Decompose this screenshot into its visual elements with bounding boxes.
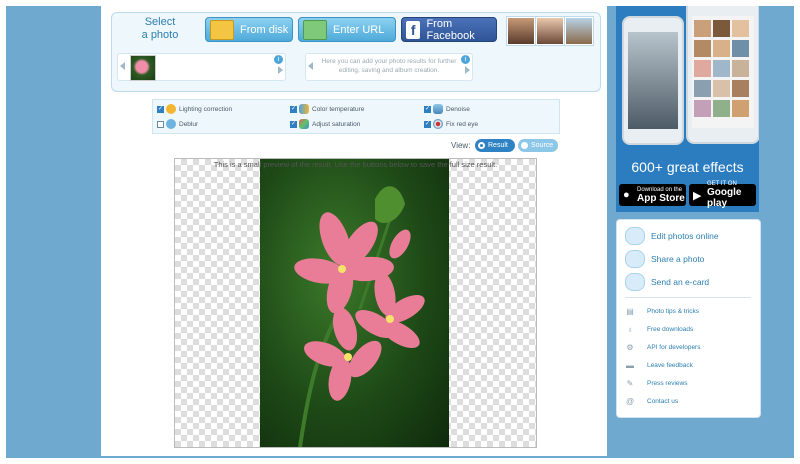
option-saturation[interactable]: Adjust saturation: [290, 119, 360, 129]
from-facebook-button[interactable]: f From Facebook: [401, 17, 497, 42]
scroll-right-icon[interactable]: [465, 66, 470, 74]
info-icon[interactable]: i: [461, 55, 470, 64]
denoise-icon: [433, 104, 443, 114]
from-facebook-label: From Facebook: [426, 17, 475, 42]
option-denoise[interactable]: Denoise: [424, 104, 470, 114]
view-result-toggle[interactable]: Result: [475, 139, 515, 152]
result-photo: [260, 159, 449, 447]
scroll-left-icon[interactable]: [308, 62, 313, 70]
enter-url-label: Enter URL: [333, 23, 385, 36]
option-deblur[interactable]: Deblur: [157, 119, 198, 129]
chat-icon: ▬: [626, 361, 634, 370]
gear-icon: ⚙: [626, 343, 634, 352]
press-reviews-link[interactable]: ✎ Press reviews: [625, 379, 688, 388]
results-slot: Here you can add your photo results for …: [305, 53, 473, 81]
phone-illustration: [622, 16, 684, 145]
play-icon: ▶: [693, 190, 702, 202]
radio-icon: [521, 142, 528, 149]
edit-icon: [625, 227, 645, 245]
flower-image: [294, 186, 425, 447]
saturation-icon: [299, 119, 309, 129]
feedback-link[interactable]: ▬ Leave feedback: [625, 361, 693, 370]
contact-link[interactable]: @ Contact us: [625, 397, 678, 406]
option-label: Color temperature: [312, 105, 365, 113]
pencil-icon: ✎: [626, 379, 634, 388]
ecard-icon: [625, 273, 645, 291]
api-link[interactable]: ⚙ API for developers: [625, 343, 700, 352]
preview-notice: This is a small preview of the result. U…: [213, 160, 498, 169]
denoise-checkbox[interactable]: [424, 105, 431, 113]
option-red-eye[interactable]: Fix red eye: [424, 119, 478, 129]
at-icon: @: [625, 397, 635, 406]
bulb-icon: ♁: [627, 325, 633, 334]
apple-icon: ●: [623, 189, 630, 201]
option-label: Lighting correction: [179, 105, 233, 113]
document-icon: ▤: [626, 307, 634, 316]
result-preview: This is a small preview of the result. U…: [174, 158, 537, 448]
view-source-toggle[interactable]: Source: [518, 139, 558, 152]
option-label: Adjust saturation: [312, 120, 361, 128]
results-hint: Here you can add your photo results for …: [321, 58, 457, 74]
divider: [625, 297, 751, 298]
color-temp-checkbox[interactable]: [290, 105, 297, 113]
app-store-badge[interactable]: ● Download on the App Store: [619, 184, 686, 206]
share-icon: [625, 250, 645, 268]
promo-headline: 600+ great effects: [631, 159, 744, 175]
option-lighting[interactable]: Lighting correction: [157, 104, 232, 114]
radio-selected-icon: [478, 142, 485, 149]
info-icon[interactable]: i: [274, 55, 283, 64]
option-color-temp[interactable]: Color temperature: [290, 104, 364, 114]
mobile-app-promo[interactable]: 600+ great effects ● Download on the App…: [616, 6, 759, 212]
select-photo-label: Select a photo: [141, 16, 179, 41]
bulb-icon: [166, 104, 176, 114]
lighting-checkbox[interactable]: [157, 105, 164, 113]
right-background: [764, 6, 794, 458]
sample-photo-woman[interactable]: [507, 17, 535, 45]
free-downloads-link[interactable]: ♁ Free downloads: [625, 325, 693, 334]
deblur-checkbox[interactable]: [157, 120, 164, 128]
enter-url-button[interactable]: Enter URL: [298, 17, 396, 42]
option-label: Fix red eye: [446, 120, 479, 128]
scroll-right-icon[interactable]: [278, 66, 283, 74]
source-photo-slot: i: [117, 53, 286, 81]
folder-icon: [210, 19, 234, 40]
sample-photo-ship[interactable]: [565, 17, 593, 45]
eye-icon: [433, 119, 443, 129]
from-disk-button[interactable]: From disk: [205, 17, 293, 42]
option-label: Denoise: [446, 105, 470, 113]
edit-photos-link[interactable]: Edit photos online: [625, 227, 719, 245]
send-ecard-link[interactable]: Send an e-card: [625, 273, 709, 291]
red-eye-checkbox[interactable]: [424, 120, 431, 128]
view-label: View:: [451, 141, 471, 150]
phone-illustration: [686, 6, 759, 144]
facebook-icon: f: [406, 20, 421, 39]
url-icon: [303, 19, 327, 40]
source-thumbnail[interactable]: [130, 55, 156, 81]
thermometer-icon: [299, 104, 309, 114]
saturation-checkbox[interactable]: [290, 120, 297, 128]
left-background: [6, 6, 101, 458]
from-disk-label: From disk: [240, 23, 289, 36]
google-play-badge[interactable]: ▶ GET IT ON Google play: [689, 181, 756, 209]
sample-photo-man[interactable]: [536, 17, 564, 45]
photo-tips-link[interactable]: ▤ Photo tips & tricks: [625, 307, 699, 316]
deblur-icon: [166, 119, 176, 129]
option-label: Deblur: [179, 120, 199, 128]
sidebar-links: Edit photos online Share a photo Send an…: [616, 219, 761, 418]
scroll-left-icon[interactable]: [120, 62, 125, 70]
share-photo-link[interactable]: Share a photo: [625, 250, 704, 268]
